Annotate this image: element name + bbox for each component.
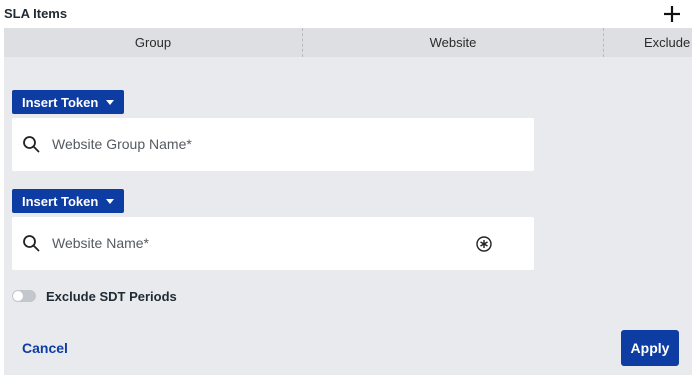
column-header-group[interactable]: Group xyxy=(4,28,303,57)
section-title: SLA Items xyxy=(4,6,68,21)
plus-icon[interactable] xyxy=(662,4,682,24)
website-group-name-placeholder: Website Group Name* xyxy=(52,136,192,152)
column-header-exclude[interactable]: Exclude xyxy=(604,28,692,57)
cancel-button[interactable]: Cancel xyxy=(22,340,68,356)
exclude-sdt-label: Exclude SDT Periods xyxy=(46,289,177,304)
website-name-field[interactable]: Website Name* xyxy=(12,217,534,270)
insert-token-button-group[interactable]: Insert Token xyxy=(12,90,125,114)
caret-down-icon xyxy=(106,198,115,204)
asterisk-circle-icon[interactable] xyxy=(475,235,493,253)
toggle-knob xyxy=(13,291,23,301)
column-header-website[interactable]: Website xyxy=(303,28,604,57)
add-sla-item-panel: Insert Token Website Group Name* Insert … xyxy=(4,57,692,375)
apply-button[interactable]: Apply xyxy=(621,330,679,366)
table-column-header: Group Website Exclude xyxy=(4,28,692,57)
caret-down-icon xyxy=(106,99,115,105)
insert-token-label: Insert Token xyxy=(22,94,99,110)
insert-token-label: Insert Token xyxy=(22,193,99,209)
insert-token-button-website[interactable]: Insert Token xyxy=(12,189,125,213)
website-group-name-field[interactable]: Website Group Name* xyxy=(12,118,534,171)
exclude-sdt-toggle[interactable] xyxy=(12,290,36,302)
website-name-placeholder: Website Name* xyxy=(52,235,150,251)
search-icon xyxy=(23,235,40,252)
search-icon xyxy=(23,136,40,153)
sla-items-header: SLA Items xyxy=(0,0,692,28)
